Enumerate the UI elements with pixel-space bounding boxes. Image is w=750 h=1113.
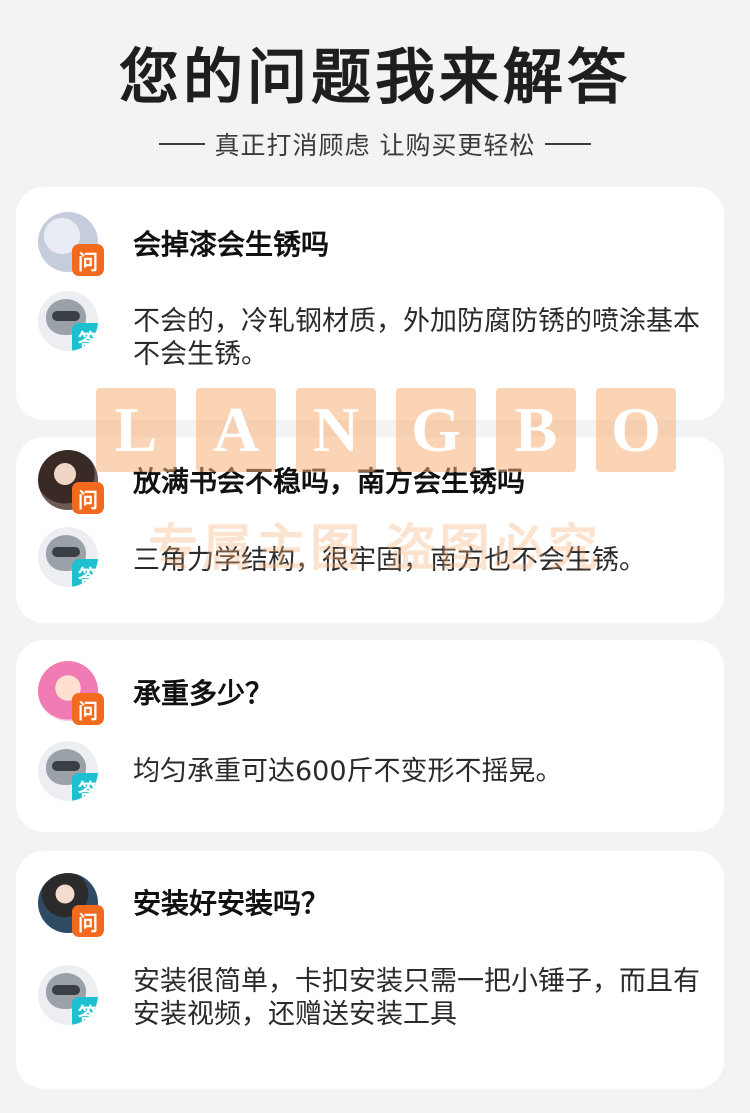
answer-text: 三角力学结构，很牢固，南方也不会生锈。: [133, 545, 646, 576]
asker-avatar: 问: [38, 873, 104, 937]
qa-card: 问 安装好安装吗？ 答 安装很简单，卡扣安装只需一把小锤子，而且有安装视频，还赠…: [16, 851, 724, 1089]
question-text: 承重多少？: [133, 677, 274, 710]
asker-avatar: 问: [38, 661, 104, 725]
question-text: 会掉漆会生锈吗: [133, 228, 330, 261]
question-badge-icon: 问: [72, 482, 104, 514]
question-row: 问 承重多少？: [38, 661, 704, 725]
answer-row: 答 安装很简单，卡扣安装只需一把小锤子，而且有安装视频，还赠送安装工具: [38, 965, 704, 1031]
seller-avatar: 答: [38, 291, 98, 351]
subtitle-text: 真正打消顾虑 让购买更轻松: [214, 131, 536, 160]
answer-row: 答 均匀承重可达600斤不变形不摇晃。: [38, 741, 704, 801]
question-text: 放满书会不稳吗，南方会生锈吗: [133, 465, 526, 498]
divider-left: [158, 143, 205, 145]
answer-row: 答 三角力学结构，很牢固，南方也不会生锈。: [38, 527, 704, 587]
question-text: 安装好安装吗？: [133, 887, 330, 920]
answer-badge-icon: 答: [72, 323, 98, 351]
page-subtitle: 真正打消顾虑 让购买更轻松: [0, 124, 750, 164]
page-title: 您的问题我来解答: [119, 43, 631, 113]
answer-badge-icon: 答: [72, 773, 98, 801]
answer-badge-icon: 答: [72, 559, 98, 587]
question-row: 问 安装好安装吗？: [38, 873, 704, 937]
answer-text: 均匀承重可达600斤不变形不摇晃。: [133, 756, 563, 787]
seller-avatar: 答: [38, 527, 98, 587]
answer-text: 安装很简单，卡扣安装只需一把小锤子，而且有安装视频，还赠送安装工具: [133, 966, 700, 1030]
seller-avatar: 答: [38, 741, 98, 801]
qa-card: 问 放满书会不稳吗，南方会生锈吗 答 三角力学结构，很牢固，南方也不会生锈。: [16, 437, 724, 623]
question-badge-icon: 问: [72, 244, 104, 276]
question-badge-icon: 问: [72, 905, 104, 937]
question-row: 问 会掉漆会生锈吗: [38, 212, 704, 276]
qa-card: 问 会掉漆会生锈吗 答 不会的，冷轧钢材质，外加防腐防锈的喷涂基本不会生锈。: [16, 187, 724, 420]
question-badge-icon: 问: [72, 693, 104, 725]
qa-card: 问 承重多少？ 答 均匀承重可达600斤不变形不摇晃。: [16, 640, 724, 832]
asker-avatar: 问: [38, 212, 104, 276]
answer-row: 答 不会的，冷轧钢材质，外加防腐防锈的喷涂基本不会生锈。: [38, 291, 704, 371]
seller-avatar: 答: [38, 965, 98, 1025]
asker-avatar: 问: [38, 450, 104, 514]
answer-badge-icon: 答: [72, 997, 98, 1025]
question-row: 问 放满书会不稳吗，南方会生锈吗: [38, 450, 704, 514]
answer-text: 不会的，冷轧钢材质，外加防腐防锈的喷涂基本不会生锈。: [133, 306, 700, 370]
divider-right: [545, 143, 592, 145]
